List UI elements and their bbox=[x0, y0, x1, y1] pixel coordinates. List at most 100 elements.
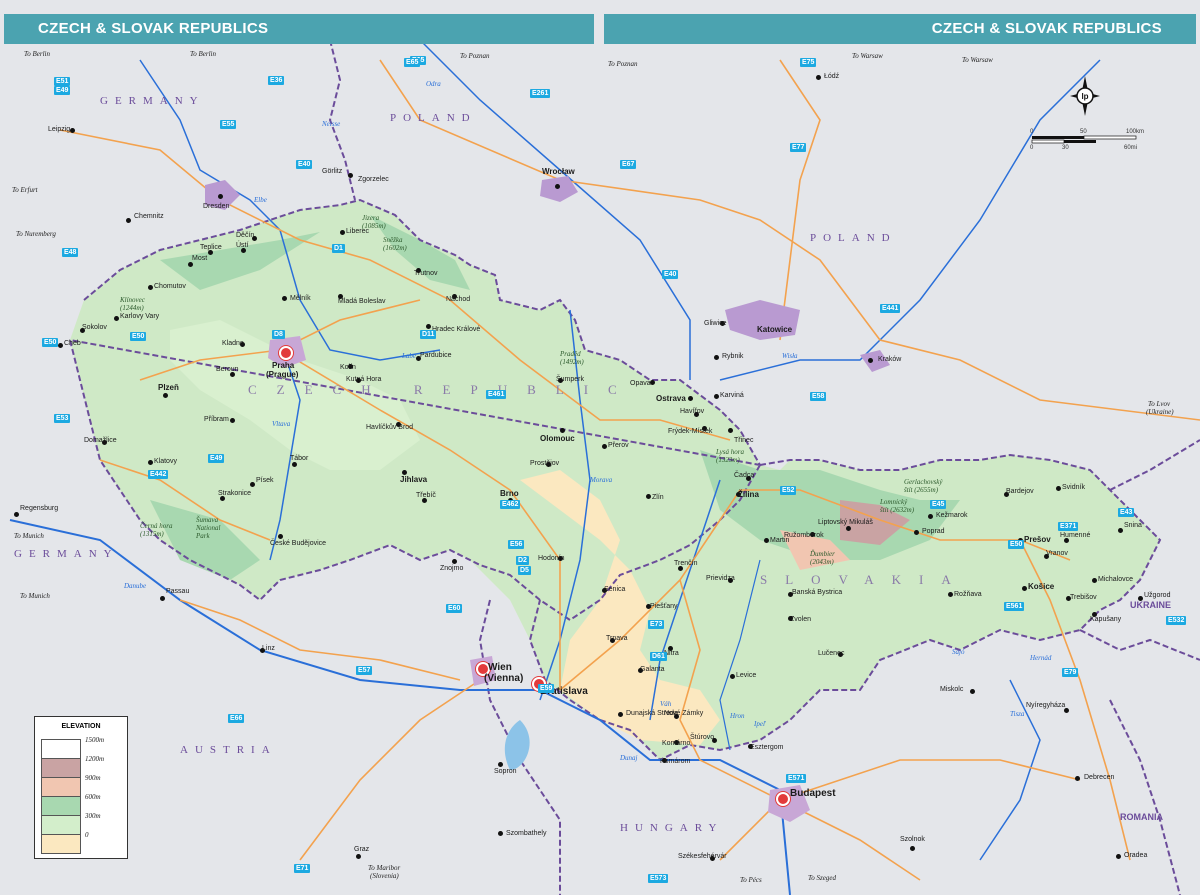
city-tabor[interactable]: Tábor bbox=[290, 455, 308, 463]
city-komarom[interactable]: Komárom bbox=[660, 758, 690, 766]
city-zlin[interactable]: Zlín bbox=[652, 494, 664, 502]
city-pisek[interactable]: Písek bbox=[256, 477, 274, 485]
city-levice[interactable]: Levice bbox=[736, 672, 756, 680]
city-krakow[interactable]: Kraków bbox=[878, 356, 901, 364]
city-frydek[interactable]: Frýdek-Místek bbox=[668, 428, 712, 436]
city-michalovce[interactable]: Michalovce bbox=[1098, 576, 1133, 584]
city-passau[interactable]: Passau bbox=[166, 588, 189, 596]
city-rybnik[interactable]: Rybnik bbox=[722, 353, 743, 361]
city-szekesfehervar[interactable]: Székesfehérvár bbox=[678, 853, 727, 861]
city-hradec[interactable]: Hradec Králové bbox=[432, 326, 480, 334]
city-lucenec[interactable]: Lučenec bbox=[818, 650, 844, 658]
city-roznava[interactable]: Rožňava bbox=[954, 591, 982, 599]
city-olomouc[interactable]: Olomouc bbox=[540, 435, 575, 443]
city-teplice[interactable]: Teplice bbox=[200, 244, 222, 252]
city-szombathely[interactable]: Szombathely bbox=[506, 830, 546, 838]
city-havlickuv-brod[interactable]: Havlíčkův Brod bbox=[366, 424, 413, 432]
city-wroclaw[interactable]: Wrocław bbox=[542, 168, 575, 176]
city-svidnik[interactable]: Svidník bbox=[1062, 484, 1085, 492]
city-oradea[interactable]: Oradea bbox=[1124, 852, 1147, 860]
city-nyiregyhaza[interactable]: Nyíregyháza bbox=[1026, 702, 1065, 710]
city-dunajska-streda[interactable]: Dunajská Streda bbox=[626, 710, 678, 718]
city-klatovy[interactable]: Klatovy bbox=[154, 458, 177, 466]
city-regensburg[interactable]: Regensburg bbox=[20, 505, 58, 513]
city-sumperk[interactable]: Šumperk bbox=[556, 376, 584, 384]
city-poprad[interactable]: Poprad bbox=[922, 528, 945, 536]
city-banska-bystrica[interactable]: Banská Bystrica bbox=[792, 589, 842, 597]
city-chemnitz[interactable]: Chemnitz bbox=[134, 213, 164, 221]
city-presov[interactable]: Prešov bbox=[1024, 536, 1051, 544]
city-usti[interactable]: Ústí bbox=[236, 242, 248, 250]
city-liptovsky-mikulas[interactable]: Liptovský Mikuláš bbox=[818, 519, 873, 527]
city-chomutov[interactable]: Chomutov bbox=[154, 283, 186, 291]
city-prievidza[interactable]: Prievidza bbox=[706, 575, 735, 583]
city-opava[interactable]: Opava bbox=[630, 380, 651, 388]
city-nachod[interactable]: Náchod bbox=[446, 296, 470, 304]
city-strakonice[interactable]: Strakonice bbox=[218, 490, 251, 498]
city-plzen[interactable]: Plzeň bbox=[158, 384, 179, 392]
city-trebisov[interactable]: Trebišov bbox=[1070, 594, 1097, 602]
map[interactable]: CZECH & SLOVAK REPUBLICS CZECH & SLOVAK … bbox=[0, 0, 1200, 895]
city-bardejov[interactable]: Bardejov bbox=[1006, 488, 1034, 496]
city-miskolc[interactable]: Miskolc bbox=[940, 686, 963, 694]
city-cheb[interactable]: Cheb bbox=[64, 340, 81, 348]
city-kezmarok[interactable]: Kežmarok bbox=[936, 512, 968, 520]
city-brno[interactable]: Brno bbox=[500, 490, 519, 498]
city-uzgorod[interactable]: Užgorod bbox=[1144, 592, 1170, 600]
city-kladno[interactable]: Kladno bbox=[222, 340, 244, 348]
city-karlovy-vary[interactable]: Karlovy Vary bbox=[120, 313, 159, 321]
city-ostrava[interactable]: Ostrava bbox=[656, 395, 686, 403]
city-decin[interactable]: Děčín bbox=[236, 232, 254, 240]
city-ruzomberok[interactable]: Ružomberok bbox=[784, 532, 824, 540]
city-zvolen[interactable]: Zvolen bbox=[790, 616, 811, 624]
capital-marker[interactable] bbox=[776, 792, 790, 806]
city-trencin[interactable]: Trenčín bbox=[674, 560, 697, 568]
city-budapest[interactable]: Budapest bbox=[790, 789, 836, 799]
city-kapusany[interactable]: Kapušany bbox=[1090, 616, 1121, 624]
city-zgorzelec[interactable]: Zgorzelec bbox=[358, 176, 389, 184]
city-trutnov[interactable]: Trutnov bbox=[414, 270, 437, 278]
city-domazlice[interactable]: Domažlice bbox=[84, 437, 117, 445]
city-mlada-boleslav[interactable]: Mladá Boleslav bbox=[338, 298, 385, 306]
city-trinec[interactable]: Třinec bbox=[734, 437, 753, 445]
city-gorlitz[interactable]: Görlitz bbox=[322, 168, 342, 176]
city-most[interactable]: Most bbox=[192, 255, 207, 263]
city-pardubice[interactable]: Pardubice bbox=[420, 352, 452, 360]
city-ceske-budejovice[interactable]: České Budějovice bbox=[270, 540, 326, 548]
city-zilina[interactable]: Žilina bbox=[738, 491, 759, 499]
city-hodonin[interactable]: Hodonín bbox=[538, 555, 564, 563]
city-trnava[interactable]: Trnava bbox=[606, 635, 628, 643]
city-wien[interactable]: Wien bbox=[488, 663, 512, 673]
city-lodz[interactable]: Łódź bbox=[824, 73, 839, 81]
city-kolin[interactable]: Kolín bbox=[340, 364, 356, 372]
city-havirov[interactable]: Havířov bbox=[680, 408, 704, 416]
city-leipzig[interactable]: Leipzig bbox=[48, 126, 70, 134]
city-karvina[interactable]: Karviná bbox=[720, 392, 744, 400]
city-sokolov[interactable]: Sokolov bbox=[82, 324, 107, 332]
city-graz[interactable]: Graz bbox=[354, 846, 369, 854]
city-katowice[interactable]: Katowice bbox=[757, 326, 792, 334]
city-linz[interactable]: Linz bbox=[262, 645, 275, 653]
city-gliwice[interactable]: Gliwice bbox=[704, 320, 727, 328]
city-cadca[interactable]: Čadca bbox=[734, 472, 754, 480]
city-szolnok[interactable]: Szolnok bbox=[900, 836, 925, 844]
city-kosice[interactable]: Košice bbox=[1028, 583, 1054, 591]
city-esztergom[interactable]: Esztergom bbox=[750, 744, 783, 752]
city-prostejov[interactable]: Prostějov bbox=[530, 460, 559, 468]
city-snina[interactable]: Snina bbox=[1124, 522, 1142, 530]
city-znojmo[interactable]: Znojmo bbox=[440, 565, 463, 573]
city-debrecen[interactable]: Debrecen bbox=[1084, 774, 1114, 782]
city-piestany[interactable]: Piešťany bbox=[650, 603, 678, 611]
city-kutna-hora[interactable]: Kutná Hora bbox=[346, 376, 381, 384]
city-sturovo[interactable]: Štúrovo bbox=[690, 734, 714, 742]
city-praha[interactable]: Praha bbox=[272, 362, 294, 370]
city-humenne[interactable]: Humenné bbox=[1060, 532, 1090, 540]
city-sopron[interactable]: Sopron bbox=[494, 768, 517, 776]
city-dresden[interactable]: Dresden bbox=[203, 203, 229, 211]
city-beroun[interactable]: Beroun bbox=[216, 366, 239, 374]
city-pribram[interactable]: Příbram bbox=[204, 416, 229, 424]
city-trebic[interactable]: Třebíč bbox=[416, 492, 436, 500]
city-jihlava[interactable]: Jihlava bbox=[400, 476, 427, 484]
city-komarno[interactable]: Komárno bbox=[662, 740, 690, 748]
city-vranov[interactable]: Vranov bbox=[1046, 550, 1068, 558]
